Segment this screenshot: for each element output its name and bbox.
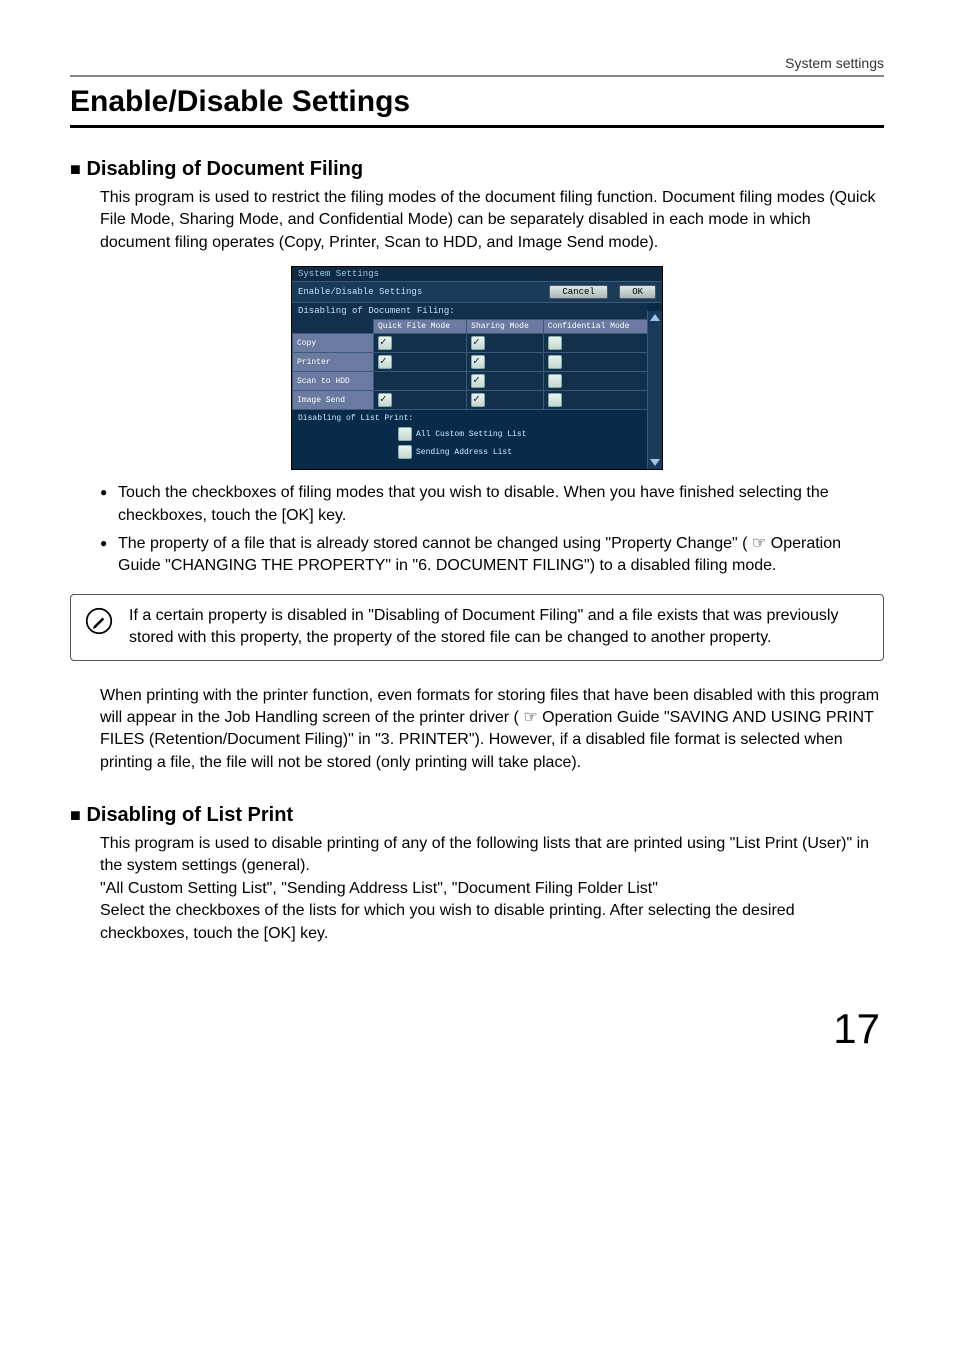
ui-eds-label: Enable/Disable Settings <box>298 287 422 297</box>
row-scan-hdd: Scan to HDD <box>293 372 374 391</box>
filing-mode-table: Quick File Mode Sharing Mode Confidentia… <box>292 319 648 410</box>
bullet-1: Touch the checkboxes of filing modes tha… <box>100 482 884 527</box>
embedded-ui-screenshot: System Settings Enable/Disable Settings … <box>291 266 663 470</box>
page-number: 17 <box>70 1005 884 1053</box>
checkbox[interactable] <box>471 374 485 388</box>
section1-heading: ■ Disabling of Document Filing <box>70 158 884 181</box>
page-title: Enable/Disable Settings <box>70 85 884 128</box>
checkbox[interactable] <box>378 336 392 350</box>
checkbox[interactable] <box>378 393 392 407</box>
checkbox[interactable] <box>398 445 412 459</box>
row-image-send: Image Send <box>293 391 374 410</box>
cancel-button[interactable]: Cancel <box>549 285 607 299</box>
checkbox[interactable] <box>398 427 412 441</box>
ui-disabling-doc-filing-label: Disabling of Document Filing: <box>292 303 648 319</box>
square-icon: ■ <box>70 159 81 179</box>
ui-subbar: Enable/Disable Settings Cancel OK <box>292 282 662 303</box>
ok-button[interactable]: OK <box>619 285 656 299</box>
bullet-2: The property of a file that is already s… <box>100 533 884 578</box>
paragraph-2: When printing with the printer function,… <box>100 685 884 775</box>
checkbox[interactable] <box>471 336 485 350</box>
checkbox[interactable] <box>548 336 562 350</box>
row-printer: Printer <box>293 353 374 372</box>
note-text: If a certain property is disabled in "Di… <box>129 607 838 646</box>
table-row: Scan to HDD <box>293 372 648 391</box>
table-row: Copy <box>293 334 648 353</box>
checkbox[interactable] <box>471 355 485 369</box>
row-copy: Copy <box>293 334 374 353</box>
opt-sending-addr: Sending Address List <box>416 448 512 457</box>
section1-heading-text: Disabling of Document Filing <box>86 158 363 180</box>
ui-disabling-list-print-label: Disabling of List Print: <box>298 414 413 423</box>
checkbox[interactable] <box>548 355 562 369</box>
checkbox[interactable] <box>471 393 485 407</box>
scroll-up-icon[interactable] <box>650 314 660 321</box>
table-row: Printer <box>293 353 648 372</box>
col-quick-file: Quick File Mode <box>374 320 467 334</box>
col-sharing: Sharing Mode <box>467 320 544 334</box>
section2-paragraph: This program is used to disable printing… <box>100 833 884 945</box>
table-row: Image Send <box>293 391 648 410</box>
section1-paragraph: This program is used to restrict the fil… <box>100 187 884 254</box>
square-icon: ■ <box>70 805 81 825</box>
running-header: System settings <box>70 55 884 77</box>
checkbox[interactable] <box>548 374 562 388</box>
scrollbar[interactable] <box>647 311 662 469</box>
scroll-down-icon[interactable] <box>650 459 660 466</box>
checkbox[interactable] <box>378 355 392 369</box>
pencil-note-icon <box>85 607 113 635</box>
checkbox[interactable] <box>548 393 562 407</box>
opt-all-custom: All Custom Setting List <box>416 430 526 439</box>
section2-heading: ■ Disabling of List Print <box>70 804 884 827</box>
col-confidential: Confidential Mode <box>543 320 647 334</box>
ui-system-settings-bar: System Settings <box>292 267 662 282</box>
note-box: If a certain property is disabled in "Di… <box>70 594 884 661</box>
section2-heading-text: Disabling of List Print <box>86 804 293 826</box>
